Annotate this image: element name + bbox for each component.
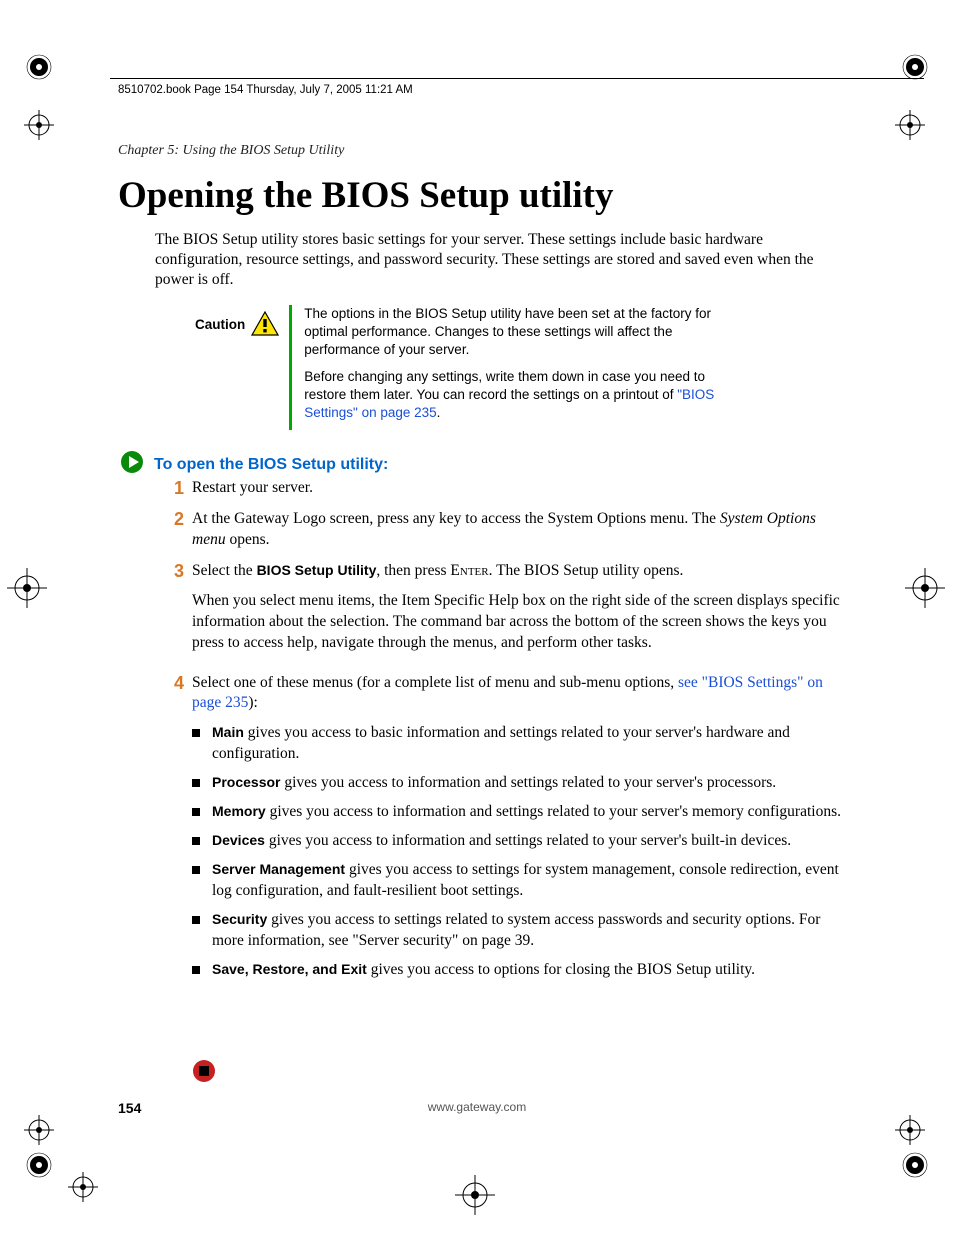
- procedure-header: To open the BIOS Setup utility:: [120, 450, 388, 479]
- step-list: 1 Restart your server. 2 At the Gateway …: [158, 478, 843, 999]
- step-body: Select one of these menus (for a complet…: [192, 673, 843, 989]
- crop-mark-icon: [24, 52, 54, 82]
- list-item: Devices gives you access to information …: [192, 831, 843, 852]
- register-mark-icon: [24, 110, 54, 140]
- crop-mark-icon: [900, 1150, 930, 1180]
- step-number: 2: [158, 509, 184, 551]
- register-mark-icon: [24, 1115, 54, 1145]
- menu-bullet-list: Main gives you access to basic informati…: [192, 723, 843, 980]
- step-body: At the Gateway Logo screen, press any ke…: [192, 509, 843, 551]
- header-rule: [110, 78, 924, 79]
- register-mark-icon: [455, 1175, 495, 1215]
- register-mark-icon: [895, 1115, 925, 1145]
- register-mark-icon: [895, 110, 925, 140]
- register-mark-icon: [905, 568, 945, 608]
- crop-mark-icon: [24, 1150, 54, 1180]
- step-body: Select the BIOS Setup Utility, then pres…: [192, 561, 843, 663]
- caution-para-2: Before changing any settings, write them…: [304, 368, 750, 423]
- step-3: 3 Select the BIOS Setup Utility, then pr…: [158, 561, 843, 663]
- step-4: 4 Select one of these menus (for a compl…: [158, 673, 843, 989]
- step-number: 3: [158, 561, 184, 663]
- caution-para-1: The options in the BIOS Setup utility ha…: [304, 305, 750, 360]
- header-book-info: 8510702.book Page 154 Thursday, July 7, …: [118, 84, 413, 96]
- footer-url: www.gateway.com: [0, 1100, 954, 1114]
- stop-icon: [192, 1059, 216, 1088]
- caution-text: The options in the BIOS Setup utility ha…: [304, 305, 750, 430]
- bullet-icon: [192, 808, 200, 816]
- play-icon: [120, 450, 144, 479]
- step-body: Restart your server.: [192, 478, 843, 499]
- step-number: 4: [158, 673, 184, 989]
- caution-label: Caution: [195, 305, 245, 332]
- caution-divider: [289, 305, 292, 430]
- list-item: Main gives you access to basic informati…: [192, 723, 843, 765]
- intro-paragraph: The BIOS Setup utility stores basic sett…: [155, 230, 845, 290]
- caution-icon: [251, 305, 279, 342]
- register-mark-icon: [68, 1172, 98, 1202]
- list-item: Security gives you access to settings re…: [192, 910, 843, 952]
- caution-box: Caution The options in the BIOS Setup ut…: [195, 305, 750, 430]
- step-number: 1: [158, 478, 184, 499]
- register-mark-icon: [7, 568, 47, 608]
- page-title: Opening the BIOS Setup utility: [118, 174, 614, 217]
- list-item: Processor gives you access to informatio…: [192, 773, 843, 794]
- procedure-title: To open the BIOS Setup utility:: [154, 456, 388, 474]
- step-1: 1 Restart your server.: [158, 478, 843, 499]
- list-item: Save, Restore, and Exit gives you access…: [192, 960, 843, 981]
- list-item: Memory gives you access to information a…: [192, 802, 843, 823]
- step-2: 2 At the Gateway Logo screen, press any …: [158, 509, 843, 551]
- chapter-label: Chapter 5: Using the BIOS Setup Utility: [118, 143, 344, 159]
- bullet-icon: [192, 866, 200, 874]
- list-item: Server Management gives you access to se…: [192, 860, 843, 902]
- bullet-icon: [192, 916, 200, 924]
- bullet-icon: [192, 966, 200, 974]
- bullet-icon: [192, 837, 200, 845]
- bullet-icon: [192, 729, 200, 737]
- bullet-icon: [192, 779, 200, 787]
